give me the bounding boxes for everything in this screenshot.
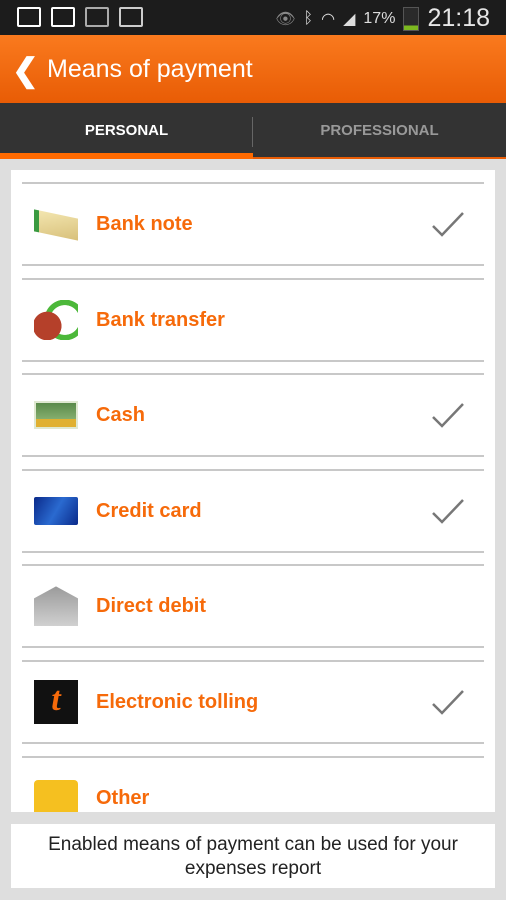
item-label: Other bbox=[96, 786, 150, 809]
item-label: Credit card bbox=[96, 499, 202, 522]
signal-icon: ◢ bbox=[343, 10, 356, 28]
footer-note: Enabled means of payment can be used for… bbox=[11, 824, 495, 888]
clock: 21:18 bbox=[427, 4, 490, 32]
gmail-icon bbox=[51, 7, 75, 27]
tab-personal[interactable]: PERSONAL bbox=[0, 103, 253, 159]
checkmark-icon[interactable] bbox=[430, 493, 466, 529]
list-item[interactable]: Other bbox=[22, 755, 484, 812]
checkmark-icon[interactable] bbox=[430, 397, 466, 433]
battery-icon bbox=[403, 6, 420, 31]
credit-card-icon bbox=[34, 496, 78, 525]
other-icon bbox=[34, 779, 78, 812]
bank-note-icon bbox=[34, 209, 78, 241]
list-item[interactable]: Cash bbox=[22, 373, 484, 458]
list-item[interactable]: t Electronic tolling bbox=[22, 660, 484, 744]
battery-percent: 17% bbox=[363, 9, 396, 27]
item-label: Cash bbox=[96, 404, 145, 427]
list-item[interactable]: Bank note bbox=[22, 182, 484, 266]
camera-icon bbox=[85, 7, 109, 27]
bluetooth-icon: ᛒ bbox=[303, 9, 314, 27]
cash-icon bbox=[34, 401, 78, 430]
chevron-left-icon[interactable]: ❮ bbox=[12, 51, 39, 89]
tab-bar: PERSONAL PROFESSIONAL bbox=[0, 103, 506, 159]
checkmark-icon[interactable] bbox=[430, 684, 466, 720]
tolling-icon: t bbox=[34, 680, 78, 724]
item-label: Bank transfer bbox=[96, 308, 225, 331]
list-item[interactable]: Bank transfer bbox=[22, 277, 484, 362]
item-label: Electronic tolling bbox=[96, 691, 259, 713]
app-bar: ❮ Means of payment bbox=[0, 35, 506, 103]
wifi-icon: ◠ bbox=[321, 10, 336, 28]
bank-building-icon bbox=[34, 586, 78, 627]
gallery-icon bbox=[17, 7, 41, 27]
calendar-icon bbox=[119, 7, 143, 27]
list-item[interactable]: Credit card bbox=[22, 468, 484, 553]
payment-list[interactable]: Bank note Bank transfer Cash Credit card Dir… bbox=[11, 170, 495, 812]
checkmark-icon[interactable] bbox=[430, 206, 466, 242]
eye-icon: 👁 bbox=[275, 10, 296, 28]
tab-professional[interactable]: PROFESSIONAL bbox=[253, 103, 506, 159]
item-label: Bank note bbox=[96, 213, 193, 235]
status-bar: 👁 ᛒ ◠ ◢ 17% 21:18 bbox=[0, 0, 506, 35]
page-title: Means of payment bbox=[47, 55, 253, 83]
item-label: Direct debit bbox=[96, 595, 207, 618]
list-item[interactable]: Direct debit bbox=[22, 564, 484, 649]
bank-transfer-icon bbox=[34, 299, 78, 340]
